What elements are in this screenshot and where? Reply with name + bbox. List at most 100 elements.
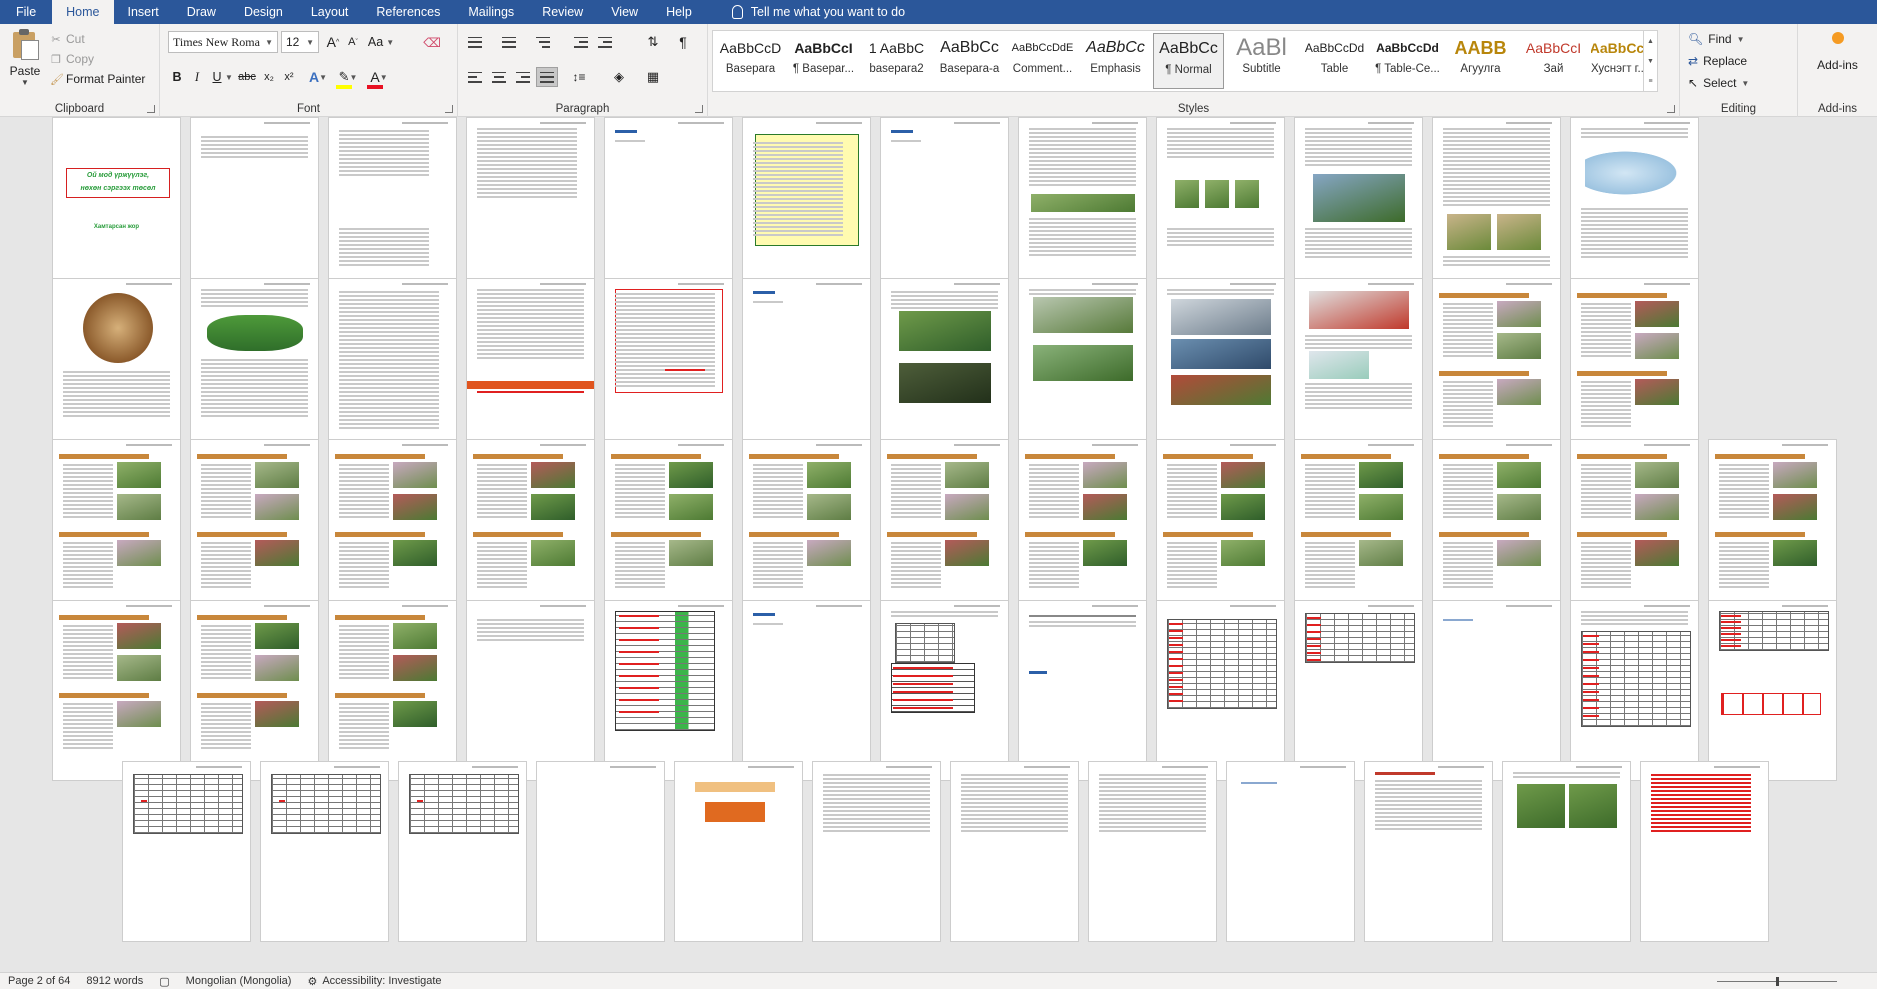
tab-file[interactable]: File [0,0,52,24]
page-thumbnail[interactable] [466,600,595,781]
shrink-font-button[interactable]: Aˇ [345,32,361,52]
style-table-center[interactable]: AaBbCcDd ¶ Table-Ce... [1372,33,1443,89]
change-case-button[interactable]: Aa ▼ [367,32,395,52]
page-thumbnail[interactable] [328,117,457,298]
dialog-launcher-icon[interactable] [147,105,155,113]
chevron-up-icon[interactable]: ▲ [1647,38,1654,45]
page-thumbnail[interactable] [1570,278,1699,459]
decrease-indent-button[interactable] [570,32,592,52]
language-indicator[interactable]: Mongolian (Mongolia) [178,975,300,987]
page-thumbnail[interactable] [190,600,319,781]
style-basepara-a[interactable]: AaBbCc Basepara-a [934,33,1005,89]
page-thumbnail[interactable] [604,278,733,459]
find-button[interactable]: 🔍︎ Find ▼ [1688,32,1745,46]
style-basepara2[interactable]: 1 AaBbC basepara2 [861,33,932,89]
page-thumbnail[interactable] [604,117,733,298]
page-count[interactable]: Page 2 of 64 [0,975,78,987]
dialog-launcher-icon[interactable] [445,105,453,113]
underline-options-button[interactable]: ▼ [224,67,234,87]
italic-button[interactable]: I [188,67,206,87]
cut-button[interactable]: ✂ Cut [50,32,84,46]
page-thumbnail[interactable] [52,439,181,620]
word-count[interactable]: 8912 words [78,975,151,987]
copy-button[interactable]: ❐ Copy [50,52,94,66]
proofing-status[interactable]: ▢ [151,975,177,988]
page-thumbnail[interactable] [1432,439,1561,620]
page-thumbnail[interactable] [1294,278,1423,459]
page-thumbnail[interactable] [190,439,319,620]
multilevel-list-button[interactable] [532,32,554,52]
align-left-button[interactable] [464,67,486,87]
page-thumbnail[interactable] [466,439,595,620]
tab-design[interactable]: Design [230,0,297,24]
page-thumbnail[interactable] [1018,278,1147,459]
page-thumbnail[interactable] [950,761,1079,942]
tab-draw[interactable]: Draw [173,0,230,24]
accessibility-status[interactable]: ⚙ Accessibility: Investigate [299,975,449,988]
page-thumbnail[interactable] [1432,117,1561,298]
page-thumbnail[interactable] [1570,439,1699,620]
page-thumbnail[interactable] [1708,439,1837,620]
more-styles-icon[interactable]: ≡ [1648,78,1652,85]
bullets-button[interactable] [464,32,486,52]
page-thumbnail[interactable] [742,117,871,298]
page-thumbnail[interactable] [1156,600,1285,781]
page-thumbnail[interactable] [742,439,871,620]
tab-references[interactable]: References [362,0,454,24]
style-normal[interactable]: AaBbCc ¶ Normal [1153,33,1224,89]
grow-font-button[interactable]: A ^ [325,32,341,52]
format-painter-button[interactable]: 🖌 Format Painter [50,72,145,86]
page-thumbnail[interactable] [466,278,595,459]
tell-me-search[interactable]: Tell me what you want to do [706,5,905,19]
page-thumbnail[interactable] [1432,600,1561,781]
line-spacing-button[interactable]: ↕≡ [568,67,590,87]
strikethrough-button[interactable]: abc [236,67,258,87]
align-right-button[interactable] [512,67,534,87]
page-thumbnail[interactable] [1364,761,1493,942]
page-thumbnail[interactable] [812,761,941,942]
dialog-launcher-icon[interactable] [695,105,703,113]
style-table-heading[interactable]: AaBbCc Хуснэгт г... [1591,33,1643,89]
page-thumbnail[interactable] [1294,117,1423,298]
style-basepara[interactable]: AaBbCcD Basepara [715,33,786,89]
tab-mailings[interactable]: Mailings [454,0,528,24]
page-thumbnail[interactable] [1708,600,1837,781]
tab-review[interactable]: Review [528,0,597,24]
page-thumbnail[interactable] [260,761,389,942]
font-family-select[interactable]: Times New Roma ▼ [168,31,278,53]
select-button[interactable]: ↖ Select ▼ [1688,76,1749,90]
page-thumbnail[interactable] [1294,439,1423,620]
page-thumbnail[interactable] [1156,278,1285,459]
page-thumbnail[interactable] [1570,117,1699,298]
page-thumbnail[interactable] [328,600,457,781]
replace-button[interactable]: ⇄ Replace [1688,54,1747,68]
page-thumbnail[interactable] [880,439,1009,620]
style-spacing[interactable]: AaBbCcI Зай [1518,33,1589,89]
page-thumbnail[interactable] [674,761,803,942]
page-thumbnail[interactable] [742,278,871,459]
page-thumbnail[interactable] [1640,761,1769,942]
page-thumbnail[interactable] [1018,600,1147,781]
page-thumbnail[interactable]: Ой мод үржүүлэг, нөхөн сэргээх төсөл Хам… [52,117,181,298]
text-effects-button[interactable]: A ▼ [306,67,330,87]
tab-home[interactable]: Home [52,0,114,24]
page-thumbnail[interactable] [1432,278,1561,459]
style-contents[interactable]: AABB Агуулга [1445,33,1516,89]
styles-gallery-scroll[interactable]: ▲ ▼ ≡ [1643,31,1657,91]
page-thumbnail[interactable] [1156,439,1285,620]
dialog-launcher-icon[interactable] [1667,105,1675,113]
style-basepara-bold[interactable]: AaBbCcI ¶ Basepar... [788,33,859,89]
page-thumbnail[interactable] [52,600,181,781]
borders-button[interactable]: ▦ [642,67,664,87]
show-marks-button[interactable]: ¶ [672,32,694,52]
page-thumbnail[interactable] [398,761,527,942]
page-thumbnail[interactable] [466,117,595,298]
paste-button[interactable]: Paste ▼ [6,28,44,87]
page-thumbnail[interactable] [1502,761,1631,942]
tab-layout[interactable]: Layout [297,0,363,24]
chevron-down-icon[interactable]: ▼ [1647,58,1654,65]
justify-button[interactable] [536,67,558,87]
page-thumbnail[interactable] [880,600,1009,781]
page-thumbnail[interactable] [52,278,181,459]
page-thumbnail[interactable] [536,761,665,942]
